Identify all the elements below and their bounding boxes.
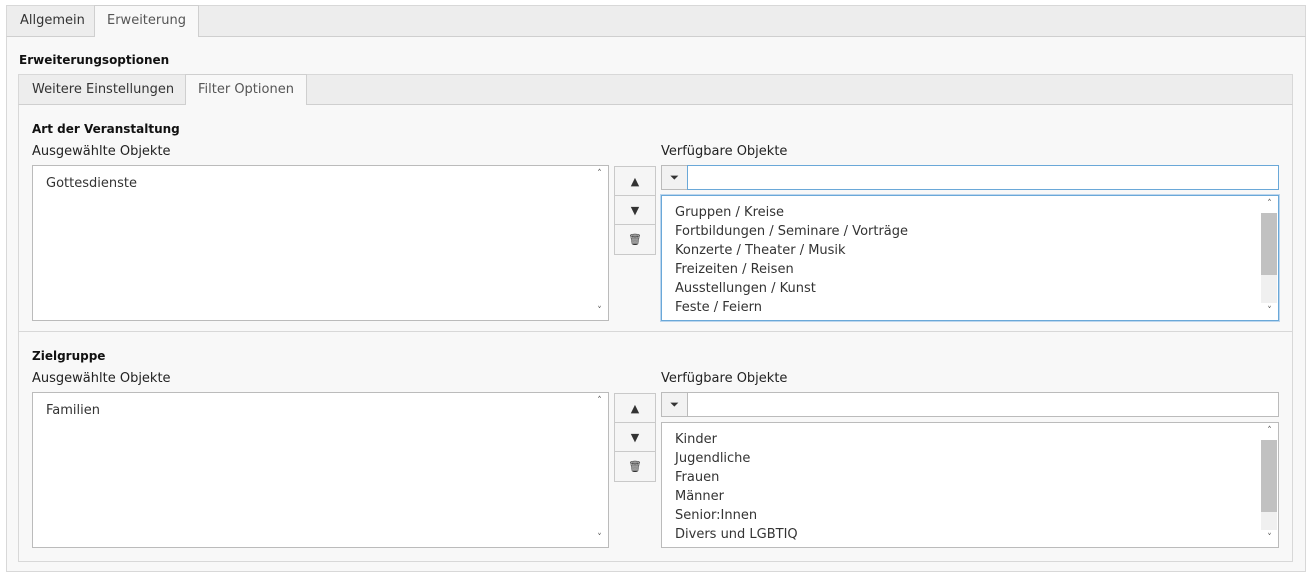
list-item[interactable]: Gottesdienste — [46, 174, 588, 193]
filter-input[interactable] — [687, 392, 1279, 417]
available-objects-label: Verfügbare Objekte — [661, 144, 788, 159]
list-item[interactable]: Kinder — [675, 430, 1258, 449]
available-objects-list[interactable]: Gruppen / Kreise Fortbildungen / Seminar… — [661, 195, 1279, 321]
list-item[interactable]: Frauen — [675, 468, 1258, 487]
move-down-button[interactable]: ▼ — [615, 423, 655, 452]
arrow-down-icon: ▼ — [630, 431, 640, 444]
list-item[interactable]: Divers und LGBTIQ — [675, 525, 1258, 544]
group-title-zielgruppe: Zielgruppe — [32, 349, 106, 363]
scroll-up-icon[interactable]: ˄ — [1263, 425, 1276, 438]
available-objects-list[interactable]: Kinder Jugendliche Frauen Männer Senior:… — [661, 422, 1279, 548]
list-item[interactable]: Gruppen / Kreise — [675, 203, 1258, 222]
filter-row: ⏷ — [661, 392, 1279, 417]
arrow-down-icon: ▼ — [630, 204, 640, 217]
group-title-art-der-veranstaltung: Art der Veranstaltung — [32, 122, 180, 136]
tab-weitere-einstellungen[interactable]: Weitere Einstellungen — [19, 74, 187, 105]
list-item[interactable]: Konzerte / Theater / Musik — [675, 241, 1258, 260]
section-title: Erweiterungsoptionen — [19, 53, 170, 67]
group-divider — [19, 331, 1292, 332]
selected-objects-label: Ausgewählte Objekte — [32, 144, 171, 159]
list-item[interactable]: Fortbildungen / Seminare / Vorträge — [675, 222, 1258, 241]
scroll-down-icon[interactable]: ˅ — [593, 532, 606, 545]
scroll-up-icon[interactable]: ˄ — [593, 395, 606, 408]
scroll-down-icon[interactable]: ˅ — [593, 305, 606, 318]
selected-objects-list[interactable]: Familien ˄ ˅ — [32, 392, 609, 548]
move-button-group: ▲ ▼ 🗑 — [614, 393, 656, 482]
selected-objects-label: Ausgewählte Objekte — [32, 371, 171, 386]
arrow-up-icon: ▲ — [630, 402, 640, 415]
arrow-up-icon: ▲ — [630, 175, 640, 188]
scroll-up-icon[interactable]: ˄ — [1263, 198, 1276, 211]
selected-objects-list[interactable]: Gottesdienste ˄ ˅ — [32, 165, 609, 321]
move-down-button[interactable]: ▼ — [615, 196, 655, 225]
filter-input[interactable] — [687, 165, 1279, 190]
move-button-group: ▲ ▼ 🗑 — [614, 166, 656, 255]
move-up-button[interactable]: ▲ — [615, 167, 655, 196]
delete-button[interactable]: 🗑 — [615, 452, 655, 481]
list-item[interactable]: Jugendliche — [675, 449, 1258, 468]
tab-erweiterung[interactable]: Erweiterung — [94, 5, 199, 38]
list-item[interactable]: Männer — [675, 487, 1258, 506]
trash-icon: 🗑 — [628, 460, 642, 473]
trash-icon: 🗑 — [628, 233, 642, 246]
list-item[interactable]: Feste / Feiern — [675, 298, 1258, 317]
scroll-down-icon[interactable]: ˅ — [1263, 532, 1276, 545]
list-item[interactable]: Senior:Innen — [675, 506, 1258, 525]
scrollbar-thumb[interactable] — [1261, 213, 1277, 275]
list-item[interactable]: Freizeiten / Reisen — [675, 260, 1258, 279]
available-objects-label: Verfügbare Objekte — [661, 371, 788, 386]
list-item[interactable]: Familien — [46, 401, 588, 420]
filter-row: ⏷ — [661, 165, 1279, 190]
delete-button[interactable]: 🗑 — [615, 225, 655, 254]
tab-filter-optionen[interactable]: Filter Optionen — [185, 74, 307, 106]
inner-tab-bar: Weitere Einstellungen Filter Optionen — [18, 74, 1293, 106]
tab-allgemein[interactable]: Allgemein — [7, 5, 98, 37]
outer-tab-bar: Allgemein Erweiterung — [6, 5, 1306, 38]
filter-icon: ⏷ — [661, 392, 687, 417]
filter-icon: ⏷ — [661, 165, 687, 190]
scroll-up-icon[interactable]: ˄ — [593, 168, 606, 181]
move-up-button[interactable]: ▲ — [615, 394, 655, 423]
list-item[interactable]: Ausstellungen / Kunst — [675, 279, 1258, 298]
scrollbar-thumb[interactable] — [1261, 440, 1277, 512]
scroll-down-icon[interactable]: ˅ — [1263, 305, 1276, 318]
